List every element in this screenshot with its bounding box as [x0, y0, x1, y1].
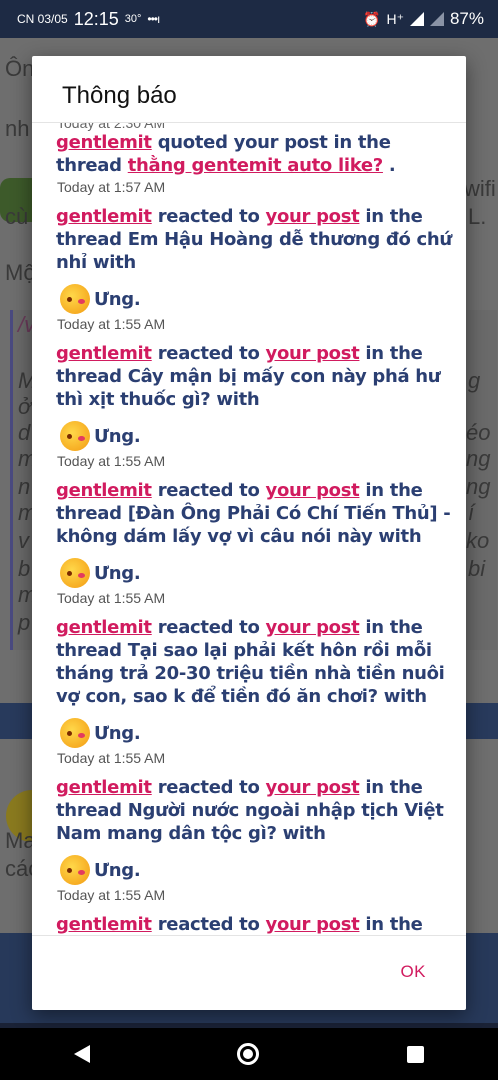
- bg-fragment: bi: [468, 556, 486, 581]
- ok-button[interactable]: OK: [400, 962, 426, 982]
- home-icon[interactable]: [237, 1043, 260, 1065]
- battery-level: 87%: [449, 9, 484, 28]
- network-type-label: H⁺: [386, 10, 404, 27]
- notification-item[interactable]: gentlemit reacted to your post in the th…: [32, 776, 466, 903]
- notification-timestamp: Today at 1:55 AM: [57, 590, 166, 606]
- notification-text: gentlemit quoted your post in the thread…: [56, 131, 454, 177]
- dialog-title: Thông báo: [62, 82, 177, 109]
- status-date: CN 03/05: [17, 12, 68, 26]
- reaction-emoji-icon: [60, 421, 90, 451]
- notification-timestamp: Today at 1:57 AM: [57, 179, 166, 195]
- bg-fragment: g: [468, 368, 481, 393]
- user-link[interactable]: gentlemit: [56, 914, 152, 935]
- bg-fragment: Mộ: [5, 260, 36, 285]
- back-icon[interactable]: [73, 1045, 90, 1063]
- reaction-emoji-icon: [60, 855, 90, 885]
- post-link[interactable]: your post: [266, 343, 360, 364]
- reaction-emoji-icon: [60, 558, 90, 588]
- status-temp: 30°: [124, 13, 142, 25]
- notification-item[interactable]: gentlemit quoted your post in the thread…: [32, 131, 466, 195]
- bg-fragment: wifi: [464, 176, 496, 201]
- thread-link[interactable]: thằng gentemit auto like?: [128, 155, 384, 176]
- notification-text: gentlemit reacted to your post in the th…: [56, 205, 454, 314]
- bg-fragment: Ôn: [5, 56, 35, 81]
- bg-fragment: ko: [466, 528, 490, 553]
- user-link[interactable]: gentlemit: [56, 480, 152, 501]
- notification-text: gentlemit reacted to your post in the th…: [56, 479, 454, 588]
- navigation-bar: [0, 1028, 498, 1080]
- notification-text: gentlemit reacted to your post in the th…: [56, 616, 454, 748]
- user-link[interactable]: gentlemit: [56, 206, 152, 227]
- notification-timestamp: Today at 1:55 AM: [57, 316, 166, 332]
- bg-fragment: ng: [466, 474, 491, 499]
- bg-fragment: Ma: [5, 828, 36, 853]
- bg-fragment: p: [18, 610, 31, 635]
- user-link[interactable]: gentlemit: [56, 617, 152, 638]
- notification-text: gentlemit reacted to your post in the th…: [56, 913, 454, 935]
- status-time: 12:15: [73, 8, 119, 29]
- notification-timestamp: Today at 1:55 AM: [57, 453, 166, 469]
- post-link[interactable]: your post: [266, 617, 360, 638]
- notification-action: reacted to: [157, 777, 260, 798]
- post-link[interactable]: your post: [266, 206, 360, 227]
- bg-fragment: ở: [18, 394, 32, 419]
- reaction-label: Ưng.: [94, 288, 141, 310]
- notification-action: reacted to: [157, 343, 260, 364]
- bg-fragment: b: [18, 556, 31, 581]
- notification-timestamp: Today at 2:30 AM: [57, 122, 166, 131]
- status-bar: CN 03/05 12:15 30° •••ı ⏰ H⁺ 87%: [0, 0, 498, 38]
- notification-item[interactable]: gentlemit reacted to your post in the th…: [32, 205, 466, 332]
- bg-fragment: ng: [466, 446, 491, 471]
- bg-fragment: v: [18, 528, 29, 553]
- notification-suffix: .: [388, 155, 396, 176]
- reaction-label: Ưng.: [94, 859, 141, 881]
- signal-icon: [409, 12, 424, 26]
- user-link[interactable]: gentlemit: [56, 132, 152, 153]
- reaction-label: Ưng.: [94, 722, 141, 744]
- post-link[interactable]: your post: [266, 777, 360, 798]
- reaction-emoji-icon: [60, 284, 90, 314]
- bg-fragment: L.: [468, 204, 487, 229]
- notification-item[interactable]: gentlemit reacted to your post in the th…: [32, 342, 466, 469]
- notification-timestamp: Today at 1:55 AM: [57, 887, 166, 903]
- recents-icon[interactable]: [407, 1045, 425, 1063]
- bg-fragment: í: [468, 500, 475, 525]
- notification-list[interactable]: Today at 2:30 AM gentlemit quoted your p…: [32, 122, 466, 936]
- reaction-emoji-icon: [60, 718, 90, 748]
- notification-action: reacted to: [157, 617, 260, 638]
- notification-timestamp: Today at 1:55 AM: [57, 750, 166, 766]
- notification-item[interactable]: gentlemit reacted to your post in the th…: [32, 479, 466, 606]
- notification-dialog: Thông báo Today at 2:30 AM gentlemit quo…: [32, 56, 466, 1010]
- alarm-icon: ⏰: [363, 10, 381, 27]
- notification-item[interactable]: gentlemit reacted to your post in the th…: [32, 616, 466, 766]
- bg-fragment: d: [18, 420, 31, 445]
- bg-fragment: éo: [466, 420, 491, 445]
- notification-text: gentlemit reacted to your post in the th…: [56, 776, 454, 885]
- notification-action: reacted to: [157, 914, 260, 935]
- reaction-label: Ưng.: [94, 425, 141, 447]
- user-link[interactable]: gentlemit: [56, 343, 152, 364]
- reaction-label: Ưng.: [94, 562, 141, 584]
- post-link[interactable]: your post: [266, 480, 360, 501]
- notification-action: reacted to: [157, 206, 260, 227]
- user-link[interactable]: gentlemit: [56, 777, 152, 798]
- bg-fragment: n: [18, 474, 31, 499]
- notification-text: gentlemit reacted to your post in the th…: [56, 342, 454, 451]
- notification-action: reacted to: [157, 480, 260, 501]
- notification-item[interactable]: gentlemit reacted to your post in the th…: [32, 913, 466, 935]
- bg-fragment: nh: [5, 116, 30, 141]
- signal-icon: [429, 12, 444, 26]
- bg-fragment: cù: [5, 204, 29, 229]
- notification-dots-icon: •••ı: [147, 12, 160, 26]
- post-link[interactable]: your post: [266, 914, 360, 935]
